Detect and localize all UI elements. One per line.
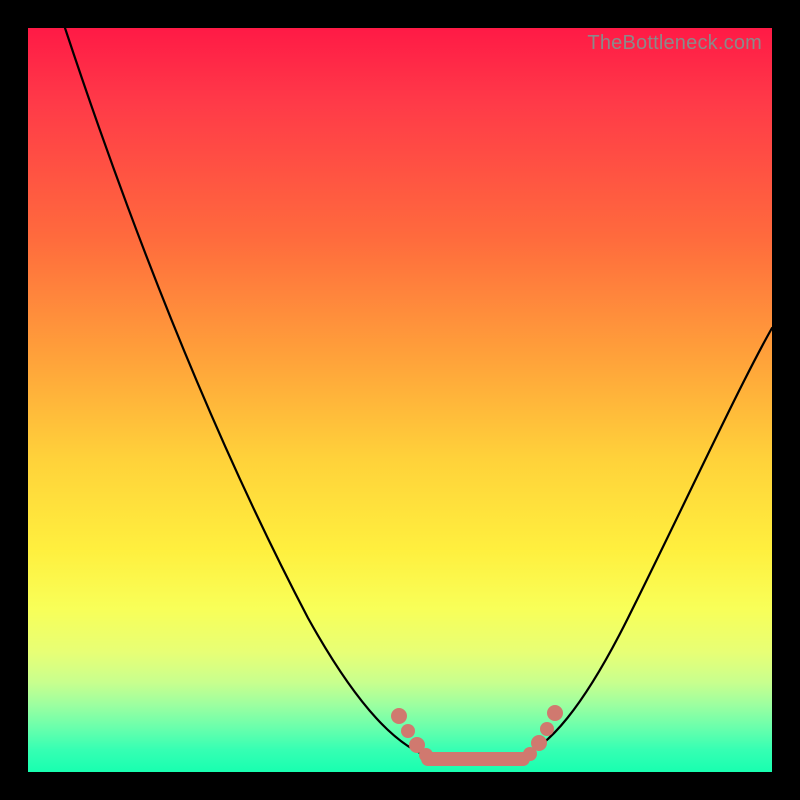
plot-area: TheBottleneck.com — [28, 28, 772, 772]
bottleneck-curve — [28, 28, 772, 772]
chart-frame: TheBottleneck.com — [0, 0, 800, 800]
curve-path — [65, 28, 772, 763]
